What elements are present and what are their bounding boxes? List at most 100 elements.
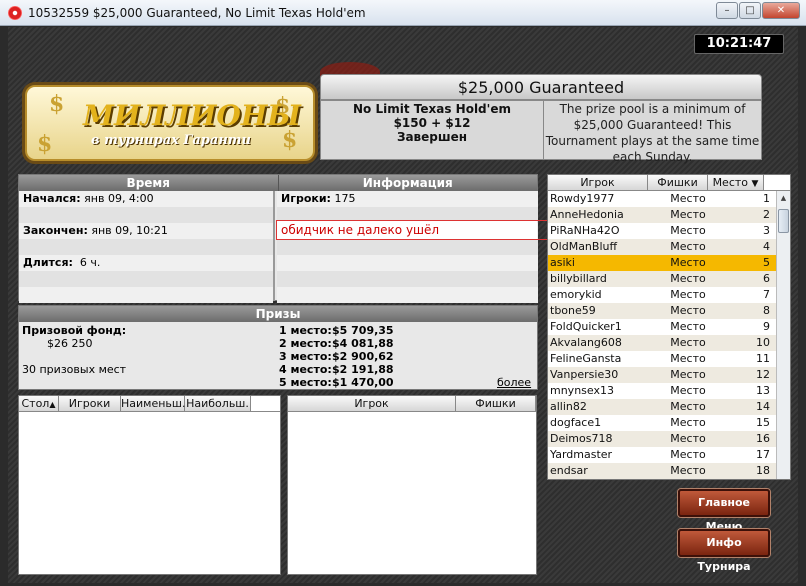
player-chips: Место — [670, 400, 706, 413]
player-place: 2 — [763, 208, 770, 221]
player-name: AnneHedonia — [550, 208, 624, 221]
close-button[interactable]: ✕ — [762, 2, 800, 19]
player-chips: Место — [670, 368, 706, 381]
scroll-up-icon[interactable]: ▲ — [777, 191, 790, 205]
prize-place-label: 1 место: — [279, 324, 332, 337]
player-chips: Место — [670, 224, 706, 237]
player-place: 10 — [756, 336, 770, 349]
player-name: Rowdy1977 — [550, 192, 615, 205]
player-name: Deimos718 — [550, 432, 613, 445]
col-table[interactable]: Стол▲ — [19, 396, 59, 411]
player-row[interactable]: emorykid Место 7 — [548, 287, 790, 303]
paid-places: 30 призовых мест — [22, 363, 127, 376]
minimize-button[interactable]: – — [716, 2, 738, 19]
player-chips: Место — [670, 352, 706, 365]
player-name: billybillard — [550, 272, 607, 285]
player-chips: Место — [670, 304, 706, 317]
player-chips: Место — [670, 432, 706, 445]
col-chips[interactable]: Фишки — [648, 175, 708, 190]
player-chips: Место — [670, 240, 706, 253]
col-player[interactable]: Игрок — [548, 175, 648, 190]
maximize-button[interactable]: □ — [739, 2, 761, 19]
player-name: Akvalang608 — [550, 336, 622, 349]
player-name: endsar — [550, 464, 588, 477]
player-name: Vanpersie30 — [550, 368, 619, 381]
player-chips: Место — [670, 288, 706, 301]
prize-place-label: 2 место: — [279, 337, 332, 350]
player-chips: Место — [670, 320, 706, 333]
player-row[interactable]: Yardmaster Место 17 — [548, 447, 790, 463]
ended-label: Закончен: — [23, 224, 88, 237]
buyin: $150 + $12 — [393, 116, 471, 130]
player-place: 14 — [756, 400, 770, 413]
player-place: 11 — [756, 352, 770, 365]
player-place: 9 — [763, 320, 770, 333]
player-row[interactable]: dogface1 Место 15 — [548, 415, 790, 431]
tables-list: Стол▲ Игроки Наименьш. Наибольш. — [18, 395, 281, 575]
player-row[interactable]: allin82 Место 14 — [548, 399, 790, 415]
player-name: emorykid — [550, 288, 602, 301]
player-row[interactable]: Rowdy1977 Место 1 — [548, 191, 790, 207]
tournament-players-list: Игрок Фишки Место ▼ Rowdy1977 Место 1 AnneH… — [547, 174, 791, 480]
player-row[interactable]: asiki Место 5 — [548, 255, 790, 271]
scroll-thumb[interactable] — [778, 209, 789, 233]
game-type: No Limit Texas Hold'em — [353, 102, 511, 116]
player-place: 1 — [763, 192, 770, 205]
player-name: allin82 — [550, 400, 587, 413]
player-chips: Место — [670, 256, 706, 269]
players-value: 175 — [334, 192, 356, 205]
player-name: tbone59 — [550, 304, 596, 317]
player-chips: Место — [670, 272, 706, 285]
player-place: 6 — [763, 272, 770, 285]
prize-place-value: $4 081,88 — [332, 337, 394, 350]
main-menu-button[interactable]: Главное Меню — [678, 489, 770, 533]
col-min[interactable]: Наименьш. — [121, 396, 185, 411]
poker-chip-icon — [8, 5, 22, 20]
col-chips[interactable]: Фишки — [456, 396, 536, 411]
player-name: FelineGansta — [550, 352, 622, 365]
window-title: 10532559 $25,000 Guaranteed, No Limit Te… — [28, 5, 366, 20]
player-row[interactable]: tbone59 Место 8 — [548, 303, 790, 319]
col-place[interactable]: Место ▼ — [708, 175, 764, 190]
tournament-status: Завершен — [396, 130, 468, 144]
logo-subtitle: в турнирах Гаранти — [91, 133, 251, 148]
tournament-description: The prize pool is a minimum of $25,000 G… — [545, 102, 760, 164]
prize-place-value: $2 900,62 — [332, 350, 394, 363]
player-row[interactable]: Akvalang608 Место 10 — [548, 335, 790, 351]
player-name: mnynsex13 — [550, 384, 614, 397]
player-chips: Место — [670, 448, 706, 461]
player-row[interactable]: AnneHedonia Место 2 — [548, 207, 790, 223]
player-chips: Место — [670, 416, 706, 429]
player-row[interactable]: Deimos718 Место 16 — [548, 431, 790, 447]
player-place: 5 — [763, 256, 770, 269]
player-chips: Место — [670, 384, 706, 397]
table-players-list: Игрок Фишки — [287, 395, 537, 575]
started-label: Начался: — [23, 192, 81, 205]
title-bar: 10532559 $25,000 Guaranteed, No Limit Te… — [0, 0, 806, 26]
prize-place-label: 3 место: — [279, 350, 332, 363]
duration-label: Длится: — [23, 256, 73, 269]
scrollbar[interactable]: ▲ — [776, 191, 790, 479]
more-prizes-link[interactable]: более — [497, 376, 531, 389]
player-chips: Место — [670, 208, 706, 221]
dollar-sign-icon: $ — [37, 131, 53, 157]
player-row[interactable]: FelineGansta Место 11 — [548, 351, 790, 367]
player-name: OldManBluff — [550, 240, 618, 253]
col-max[interactable]: Наибольш. — [185, 396, 251, 411]
player-row[interactable]: mnynsex13 Место 13 — [548, 383, 790, 399]
player-row[interactable]: FoldQuicker1 Место 9 — [548, 319, 790, 335]
player-row[interactable]: endsar Место 18 — [548, 463, 790, 479]
player-chips: Место — [670, 336, 706, 349]
player-place: 8 — [763, 304, 770, 317]
col-players[interactable]: Игроки — [59, 396, 121, 411]
player-row[interactable]: Vanpersie30 Место 12 — [548, 367, 790, 383]
tournament-info-button[interactable]: Инфо Турнира — [678, 529, 770, 573]
player-row[interactable]: billybillard Место 6 — [548, 271, 790, 287]
player-row[interactable]: OldManBluff Место 4 — [548, 239, 790, 255]
prize-place-value: $1 470,00 — [332, 376, 394, 389]
clock: 10:21:47 — [694, 34, 784, 54]
player-name: FoldQuicker1 — [550, 320, 622, 333]
player-name: dogface1 — [550, 416, 602, 429]
player-row[interactable]: PiRaNHa42O Место 3 — [548, 223, 790, 239]
col-player[interactable]: Игрок — [288, 396, 456, 411]
